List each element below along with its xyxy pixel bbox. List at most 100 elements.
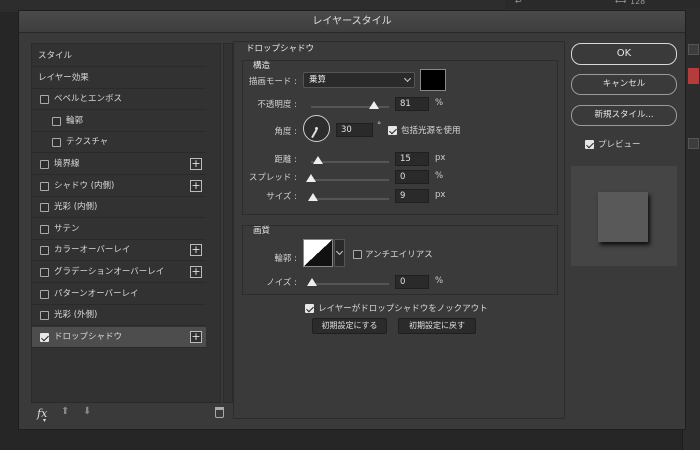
style-list-item[interactable]: テクスチャ [32,132,206,154]
contour-preview[interactable] [303,239,333,267]
style-checkbox[interactable] [52,116,61,126]
opacity-label: 不透明度 : [257,100,297,110]
size-slider-thumb[interactable] [308,193,318,201]
style-list: スタイルレイヤー効果ベベルとエンボス 輪郭 テクスチャ境界線 + シャドウ (内側) + 光… [31,43,221,403]
noise-label: ノイズ : [266,278,297,288]
chevron-down-icon [335,247,344,256]
cancel-button[interactable]: キャンセル [571,74,677,95]
angle-dial[interactable] [303,115,330,142]
style-list-label: グラデーションオーバーレイ [54,267,165,277]
style-checkbox[interactable] [40,246,49,256]
spread-input[interactable]: 0 [395,170,429,184]
add-effect-icon[interactable]: + [190,244,202,257]
blend-mode-label: 描画モード : [248,77,297,87]
style-list-scrollbar[interactable] [223,43,233,403]
move-down-icon[interactable]: ⬇ [83,406,91,417]
style-list-item[interactable]: ドロップシャドウ + [32,326,206,348]
style-list-item[interactable]: グラデーションオーバーレイ + [32,262,206,283]
style-list-item[interactable]: レイヤー効果 [32,68,206,89]
contour-dropdown[interactable] [334,239,345,267]
opacity-unit: % [435,98,444,108]
style-checkbox[interactable] [40,224,49,234]
contour-label: 輪郭 : [274,254,297,264]
background-number: 128 [630,0,646,6]
background-arrow-icon: ↩ [515,0,522,6]
angle-unit: ° [377,121,382,131]
anti-alias-checkbox[interactable] [353,250,362,259]
global-light-checkbox[interactable] [388,126,397,135]
quality-title: 画質 [253,226,271,236]
style-list-toolbar: fx ▾ ⬆ ⬇ [31,404,233,424]
drop-shadow-panel: ドロップシャドウ 構造 描画モード : 乗算 不透明度 : 81 % 角度 : … [233,41,565,419]
noise-input[interactable]: 0 [395,275,429,289]
style-list-label: パターンオーバーレイ [54,288,139,299]
style-list-item[interactable]: 境界線 + [32,154,206,175]
background-panel-button [688,138,699,149]
style-checkbox[interactable] [40,268,49,277]
style-list-item[interactable]: サテン [32,219,206,240]
style-list-item[interactable]: シャドウ (内側) + [32,176,206,197]
knockout-label[interactable]: レイヤーがドロップシャドウをノックアウト [318,304,488,314]
style-list-label: ドロップシャドウ [54,331,123,342]
angle-label: 角度 : [274,127,297,137]
style-checkbox[interactable] [40,95,49,105]
ok-button[interactable]: OK [571,43,677,65]
style-list-item[interactable]: 輪郭 [32,111,206,132]
quality-section: 画質 輪郭 : アンチエイリアス ノイズ : 0 % [242,225,558,295]
preview-checkbox[interactable] [585,140,594,149]
new-style-button[interactable]: 新規スタイル... [571,105,677,126]
make-default-button[interactable]: 初期設定にする [312,318,387,334]
noise-slider[interactable] [307,278,389,286]
noise-slider-thumb[interactable] [307,278,317,286]
knockout-checkbox[interactable] [305,304,314,313]
blend-mode-value: 乗算 [309,75,327,85]
spread-slider-thumb[interactable] [306,174,316,182]
style-list-label: 境界線 [54,159,80,169]
style-checkbox[interactable] [40,311,49,321]
style-checkbox[interactable] [52,138,61,148]
fx-dropdown-icon: ▾ [43,417,47,424]
style-checkbox[interactable] [40,160,49,169]
shadow-color-swatch[interactable] [420,69,446,91]
distance-slider[interactable] [311,156,389,164]
anti-alias-label[interactable]: アンチエイリアス [365,250,433,260]
global-light-label[interactable]: 包括光源を使用 [401,126,461,136]
style-list-item[interactable]: カラーオーバーレイ + [32,240,206,262]
style-checkbox[interactable] [40,203,49,213]
move-up-icon[interactable]: ⬆ [61,406,69,417]
size-slider[interactable] [308,193,389,201]
preview-label[interactable]: プレビュー [598,140,641,150]
style-list-label: カラーオーバーレイ [54,245,131,256]
angle-dial-center [315,127,318,130]
reset-default-button[interactable]: 初期設定に戻す [398,318,476,334]
angle-dial-hand [311,129,318,139]
add-effect-icon[interactable]: + [190,179,202,192]
style-list-label: 光彩 (内側) [54,202,98,213]
add-effect-icon[interactable]: + [190,266,202,278]
opacity-slider[interactable] [311,101,389,109]
distance-input[interactable]: 15 [395,152,429,166]
style-checkbox[interactable] [40,332,49,342]
add-effect-icon[interactable]: + [190,158,202,170]
add-effect-icon[interactable]: + [190,330,202,343]
size-input[interactable]: 9 [395,189,429,203]
style-list-label: レイヤー効果 [38,72,89,83]
style-list-item[interactable]: パターンオーバーレイ [32,284,206,305]
blend-mode-dropdown[interactable]: 乗算 [303,72,415,88]
style-list-item[interactable]: ベベルとエンボス [32,89,206,111]
spread-slider[interactable] [306,174,389,182]
trash-icon[interactable] [215,407,224,418]
opacity-input[interactable]: 81 [395,97,429,111]
distance-unit: px [435,153,446,163]
style-list-item[interactable]: スタイル [32,46,206,67]
style-list-label: シャドウ (内側) [54,180,115,191]
effect-preview [571,166,677,266]
layer-style-dialog: レイヤースタイル スタイル レイヤー効果 ベベルとエンボス 輪郭 テクスチャ 境界線 + シャ… [18,10,686,430]
style-checkbox[interactable] [40,181,49,191]
opacity-slider-thumb[interactable] [369,101,380,109]
style-checkbox[interactable] [40,289,49,299]
style-list-item[interactable]: 光彩 (内側) [32,197,206,219]
distance-slider-thumb[interactable] [313,156,323,164]
style-list-item[interactable]: 光彩 (外側) [32,305,206,327]
angle-input[interactable]: 30 [336,123,373,137]
